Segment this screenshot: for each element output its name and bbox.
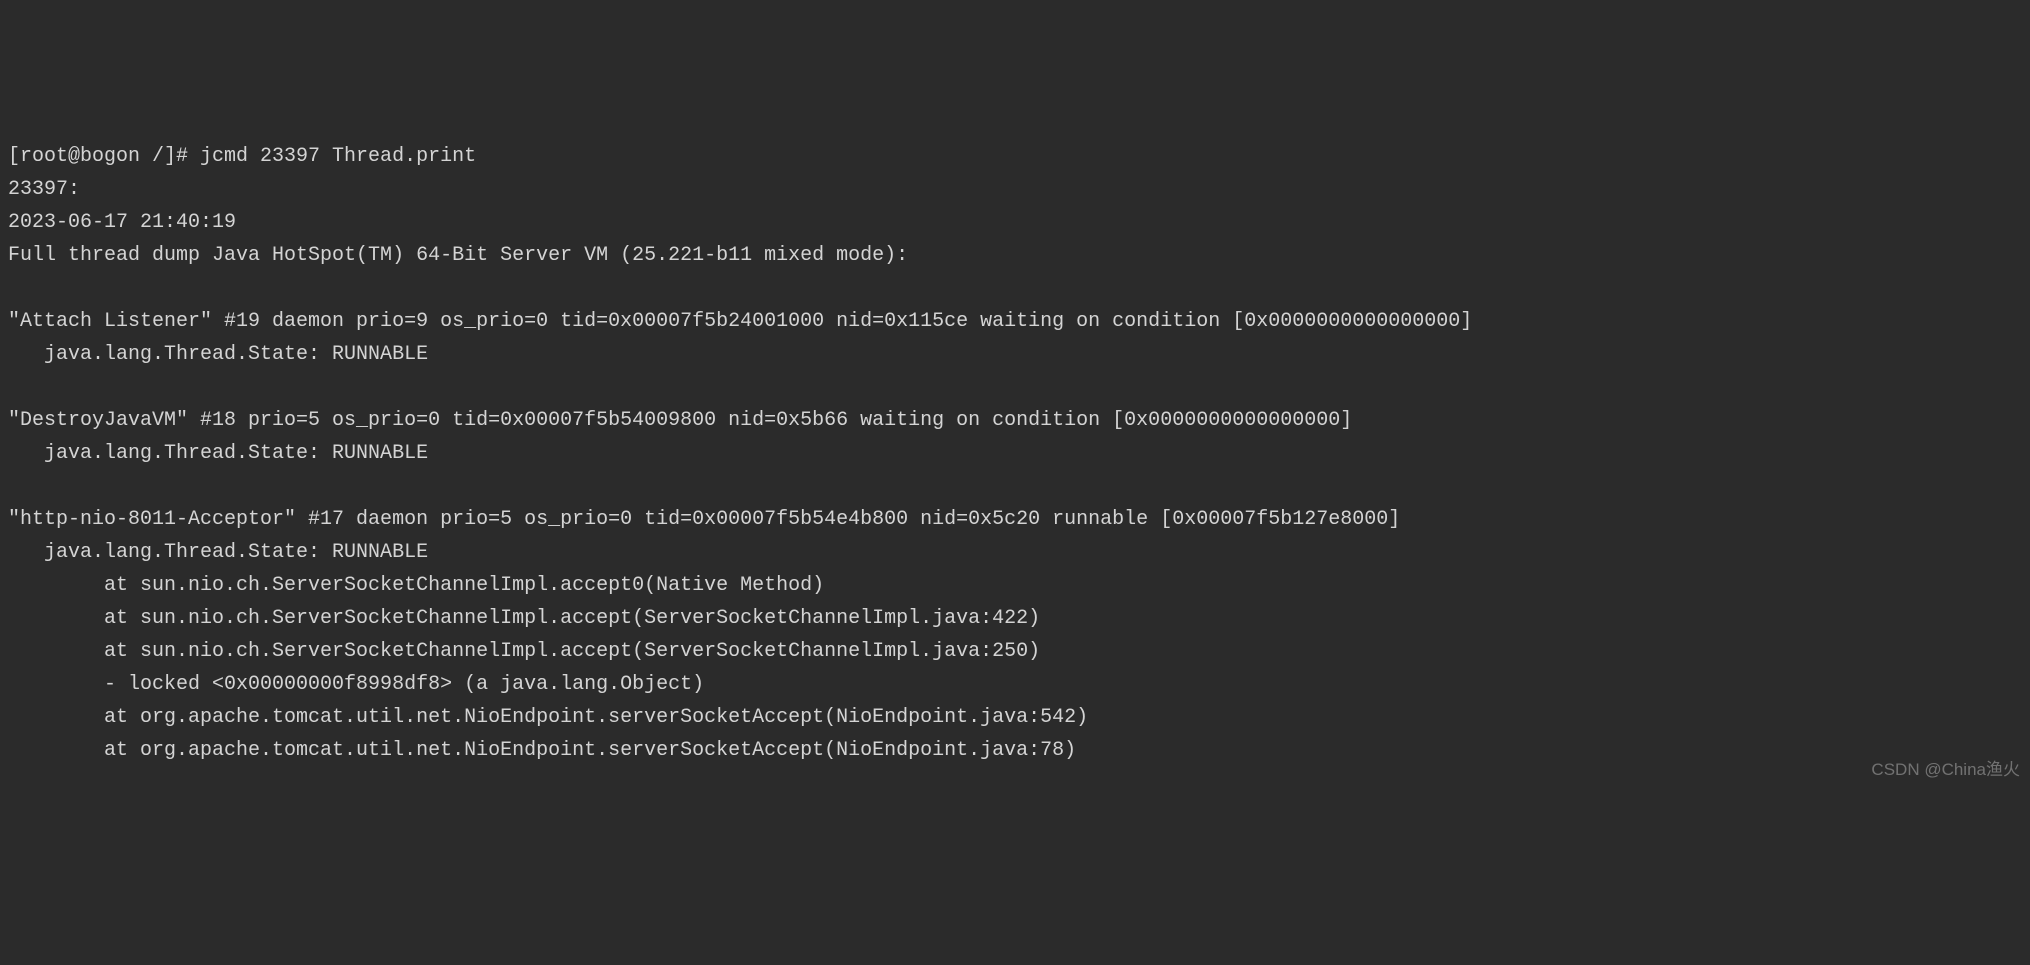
terminal-output: [root@bogon /]# jcmd 23397 Thread.print2…	[8, 140, 2022, 767]
terminal-line	[8, 371, 2022, 404]
terminal-line	[8, 272, 2022, 305]
terminal-line: at sun.nio.ch.ServerSocketChannelImpl.ac…	[8, 602, 2022, 635]
terminal-line: 2023-06-17 21:40:19	[8, 206, 2022, 239]
terminal-line	[8, 470, 2022, 503]
watermark-text: CSDN @China渔火	[1871, 756, 2020, 784]
terminal-line: java.lang.Thread.State: RUNNABLE	[8, 536, 2022, 569]
terminal-line: java.lang.Thread.State: RUNNABLE	[8, 437, 2022, 470]
terminal-line: - locked <0x00000000f8998df8> (a java.la…	[8, 668, 2022, 701]
terminal-line: at org.apache.tomcat.util.net.NioEndpoin…	[8, 734, 2022, 767]
terminal-line: at org.apache.tomcat.util.net.NioEndpoin…	[8, 701, 2022, 734]
terminal-line: [root@bogon /]# jcmd 23397 Thread.print	[8, 140, 2022, 173]
terminal-line: java.lang.Thread.State: RUNNABLE	[8, 338, 2022, 371]
terminal-line: "http-nio-8011-Acceptor" #17 daemon prio…	[8, 503, 2022, 536]
terminal-line: at sun.nio.ch.ServerSocketChannelImpl.ac…	[8, 569, 2022, 602]
terminal-line: "DestroyJavaVM" #18 prio=5 os_prio=0 tid…	[8, 404, 2022, 437]
terminal-line: at sun.nio.ch.ServerSocketChannelImpl.ac…	[8, 635, 2022, 668]
terminal-line: Full thread dump Java HotSpot(TM) 64-Bit…	[8, 239, 2022, 272]
terminal-line: "Attach Listener" #19 daemon prio=9 os_p…	[8, 305, 2022, 338]
terminal-line: 23397:	[8, 173, 2022, 206]
